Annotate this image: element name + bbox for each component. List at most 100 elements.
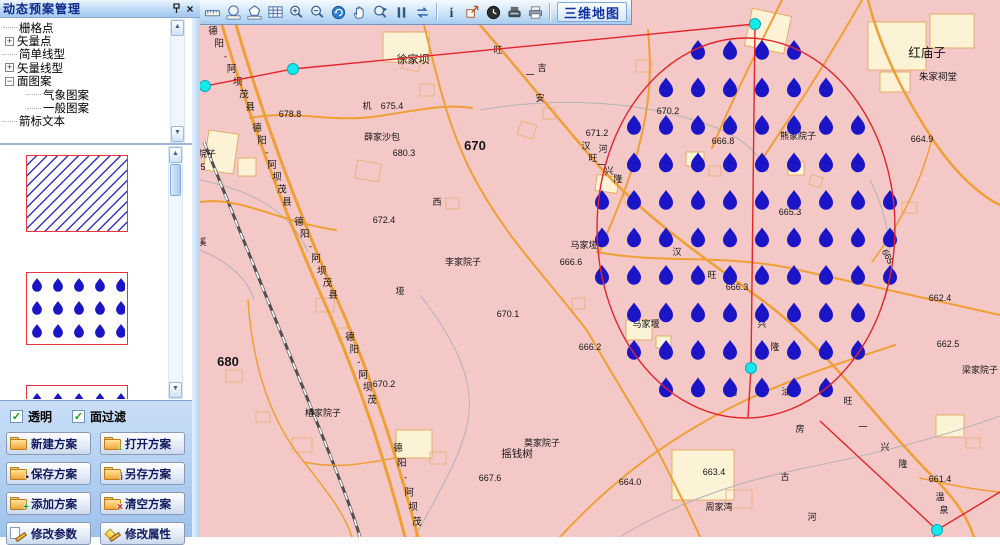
checkbox-0[interactable]: ✓透明 bbox=[10, 408, 52, 425]
map-label: 665.3 bbox=[779, 207, 802, 217]
vertex-handle[interactable] bbox=[750, 19, 761, 30]
map-label: 671.2 bbox=[586, 128, 609, 138]
measure-polygon-button[interactable] bbox=[244, 2, 265, 23]
vertex-handle[interactable] bbox=[288, 64, 299, 75]
road-name-char: 阿 bbox=[267, 160, 277, 171]
panel-header: 动态预案管理 × bbox=[0, 0, 200, 18]
pan-button[interactable] bbox=[349, 2, 370, 23]
map-label: 莫家院子 bbox=[524, 437, 560, 448]
map-label: 663.4 bbox=[703, 467, 726, 477]
measure-area-button[interactable] bbox=[223, 2, 244, 23]
raindrop-symbol bbox=[755, 378, 769, 398]
plot-output-button[interactable] bbox=[504, 2, 525, 23]
scroll-up-icon[interactable]: ▲ bbox=[171, 20, 184, 36]
road-name-char: 阳 bbox=[214, 39, 224, 50]
map-viewport[interactable]: 徐家坝红庙子朱家祠堂机675.4薛家沙包680.3678.8671.2汉河旺一兴… bbox=[200, 0, 1000, 537]
map-label: 666.8 bbox=[712, 136, 735, 146]
plan-button-6[interactable]: 修改参数 bbox=[6, 522, 91, 545]
raindrop-symbol bbox=[723, 40, 737, 60]
grid-view-button[interactable] bbox=[265, 2, 286, 23]
tree-scrollbar[interactable]: ▲ ▼ bbox=[170, 19, 185, 143]
expand-icon[interactable]: + bbox=[5, 37, 14, 46]
map-label: 吉 bbox=[537, 63, 546, 73]
map-label: 垭 bbox=[395, 285, 404, 296]
map-label: 隆 bbox=[613, 173, 622, 184]
overlay-circle[interactable] bbox=[597, 38, 895, 418]
scroll-down-icon[interactable]: ▼ bbox=[169, 382, 182, 398]
scroll-thumb[interactable] bbox=[170, 164, 181, 196]
raindrop-symbol bbox=[851, 190, 865, 210]
plan-button-2[interactable]: ▪保存方案 bbox=[6, 462, 91, 485]
scroll-up-icon[interactable]: ▲ bbox=[169, 147, 182, 163]
checkbox-icon[interactable]: ✓ bbox=[10, 410, 23, 423]
checkbox-icon[interactable]: ✓ bbox=[72, 410, 85, 423]
vertex-handle[interactable] bbox=[932, 525, 943, 536]
measure-distance-button[interactable] bbox=[202, 2, 223, 23]
zoom-select-button[interactable] bbox=[370, 2, 391, 23]
plan-button-1[interactable]: ↓打开方案 bbox=[100, 432, 185, 455]
info-icon: i bbox=[443, 4, 460, 21]
raindrop-symbol bbox=[819, 378, 833, 398]
map-3d-button[interactable]: 三维地图 bbox=[557, 2, 627, 22]
swatch-pattern bbox=[27, 273, 125, 342]
plan-button-4[interactable]: +添加方案 bbox=[6, 492, 91, 515]
svg-text:i: i bbox=[450, 5, 454, 20]
raindrop-symbol bbox=[787, 340, 801, 360]
pattern-swatch-raindrop[interactable] bbox=[26, 272, 128, 345]
raindrop-symbol bbox=[691, 78, 705, 98]
map-label: 机 bbox=[362, 100, 371, 111]
collapse-icon[interactable]: − bbox=[5, 77, 14, 86]
map-label: 664.0 bbox=[619, 477, 642, 487]
expand-icon[interactable]: + bbox=[5, 63, 14, 72]
plan-button-5[interactable]: ×清空方案 bbox=[100, 492, 185, 515]
plot-output-icon bbox=[506, 4, 523, 21]
close-icon[interactable]: × bbox=[183, 2, 197, 16]
map-label: 周家湾 bbox=[705, 501, 732, 512]
map-label: 隆 bbox=[770, 341, 779, 352]
pattern-swatch-hatch[interactable] bbox=[26, 155, 128, 232]
pattern-swatch-partial[interactable] bbox=[26, 385, 128, 399]
previous-view-button[interactable] bbox=[328, 2, 349, 23]
zoom-out-button[interactable] bbox=[307, 2, 328, 23]
plan-button-0[interactable]: 新建方案 bbox=[6, 432, 91, 455]
export-map-button[interactable] bbox=[462, 2, 483, 23]
road-name-char: 茂 bbox=[277, 184, 287, 196]
plan-button-label: 新建方案 bbox=[31, 436, 77, 452]
scroll-down-icon[interactable]: ▼ bbox=[171, 126, 184, 142]
vertex-handle[interactable] bbox=[200, 81, 211, 92]
map-label: 旺 bbox=[707, 270, 716, 280]
road-name-char: 坝 bbox=[363, 382, 373, 393]
info-button[interactable]: i bbox=[441, 2, 462, 23]
raindrop-symbol bbox=[723, 190, 737, 210]
map-label: 兴 bbox=[880, 442, 889, 452]
road-name-char: 阿 bbox=[405, 487, 415, 498]
measure-polygon-icon bbox=[246, 4, 263, 21]
panel-splitter[interactable] bbox=[0, 143, 192, 145]
raindrop-symbol bbox=[851, 115, 865, 135]
map-label: 旺 bbox=[843, 396, 852, 406]
map-label: 朱家祠堂 bbox=[919, 71, 957, 83]
map-label: 672.4 bbox=[373, 215, 396, 225]
print-button[interactable] bbox=[525, 2, 546, 23]
folder-add-icon: + bbox=[10, 497, 27, 510]
plan-button-3[interactable]: i另存方案 bbox=[100, 462, 185, 485]
panel-title: 动态预案管理 bbox=[3, 0, 169, 17]
history-button[interactable] bbox=[483, 2, 504, 23]
pin-icon[interactable] bbox=[169, 2, 183, 16]
vertex-handle[interactable] bbox=[746, 363, 757, 374]
raindrop-symbol bbox=[691, 115, 705, 135]
tree-item-7[interactable]: 箭标文本 bbox=[3, 115, 168, 128]
history-icon bbox=[485, 4, 502, 21]
zoom-in-button[interactable] bbox=[286, 2, 307, 23]
panel-edge[interactable] bbox=[192, 18, 200, 537]
pattern-list-scrollbar[interactable]: ▲ ▼ bbox=[168, 146, 183, 399]
pause-button[interactable] bbox=[391, 2, 412, 23]
road-name-char: 茂 bbox=[367, 394, 377, 406]
raindrop-symbol bbox=[755, 340, 769, 360]
raindrop-symbol bbox=[819, 115, 833, 135]
refresh-button[interactable] bbox=[412, 2, 433, 23]
refresh-icon bbox=[414, 4, 431, 21]
plan-button-7[interactable]: 修改属性 bbox=[100, 522, 185, 545]
map-label: 薛家沙包 bbox=[364, 131, 400, 142]
checkbox-1[interactable]: ✓面过滤 bbox=[72, 408, 126, 425]
